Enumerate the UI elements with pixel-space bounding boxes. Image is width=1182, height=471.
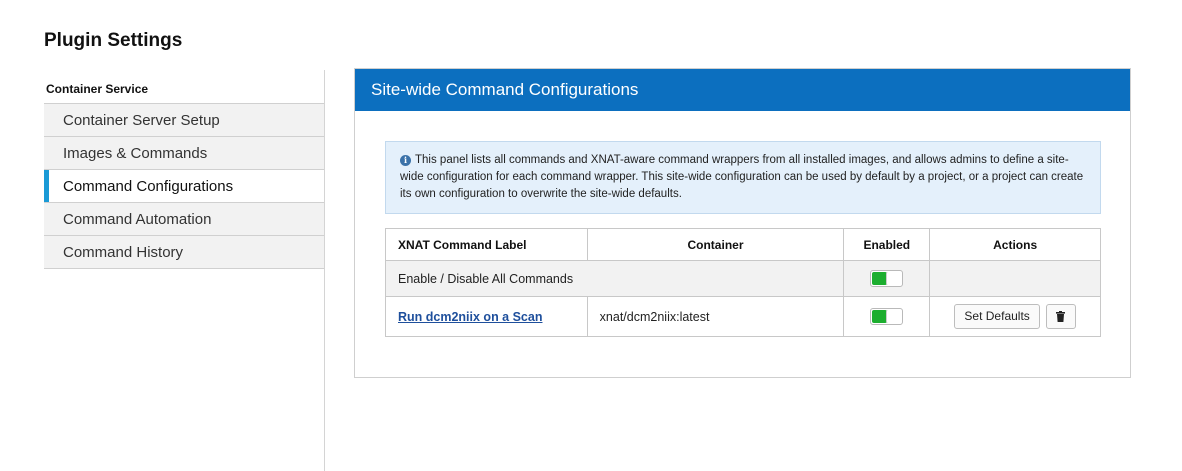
sidebar-item-label: Command Automation	[63, 211, 212, 228]
commands-table: XNAT Command Label Container Enabled Act…	[384, 228, 1101, 337]
sidebar-item-label: Container Server Setup	[63, 112, 220, 129]
toggle-all-switch[interactable]	[870, 270, 904, 287]
table-row: Run dcm2niix on a Scan xnat/dcm2niix:lat…	[385, 296, 1101, 337]
column-header-label: XNAT Command Label	[385, 228, 588, 261]
trash-icon	[1056, 311, 1066, 322]
command-enabled-switch[interactable]	[870, 308, 904, 325]
sidebar-heading: Container Service	[46, 82, 149, 96]
sidebar-item-command-history[interactable]: Command History	[44, 236, 324, 269]
sidebar-item-command-configurations[interactable]: Command Configurations	[44, 170, 324, 203]
info-circle-icon: i	[400, 155, 411, 166]
info-message: i This panel lists all commands and XNAT-…	[385, 141, 1101, 214]
sidebar-item-container-server-setup[interactable]: Container Server Setup	[44, 104, 324, 137]
column-header-actions: Actions	[929, 228, 1101, 261]
container-name: xnat/dcm2niix:latest	[586, 296, 845, 337]
delete-command-button[interactable]	[1045, 304, 1076, 329]
info-text: This panel lists all commands and XNAT-a…	[400, 154, 1084, 200]
page-title: Plugin Settings	[44, 30, 183, 51]
sidebar-item-label: Images & Commands	[63, 145, 208, 162]
panel-title: Site-wide Command Configurations	[355, 69, 1130, 111]
toggle-all-row: Enable / Disable All Commands	[384, 260, 1101, 297]
sidebar-item-label: Command History	[63, 244, 184, 261]
sidebar-item-label: Command Configurations	[63, 178, 234, 195]
sidebar-item-command-automation[interactable]: Command Automation	[44, 203, 324, 236]
set-defaults-button[interactable]: Set Defaults	[954, 304, 1040, 329]
column-header-container: Container	[586, 228, 845, 261]
sidebar-item-images-commands[interactable]: Images & Commands	[44, 137, 324, 170]
table-header-row: XNAT Command Label Container Enabled Act…	[385, 228, 1101, 261]
sidebar-nav: Container Server Setup Images & Commands…	[44, 103, 324, 269]
command-configurations-panel: Site-wide Command Configurations i This p…	[354, 68, 1131, 378]
column-header-enabled: Enabled	[843, 228, 931, 261]
toggle-all-label: Enable / Disable All Commands	[384, 260, 845, 297]
sidebar: Container Service Container Server Setup…	[44, 70, 325, 471]
command-label-link[interactable]: Run dcm2niix on a Scan	[398, 310, 542, 324]
